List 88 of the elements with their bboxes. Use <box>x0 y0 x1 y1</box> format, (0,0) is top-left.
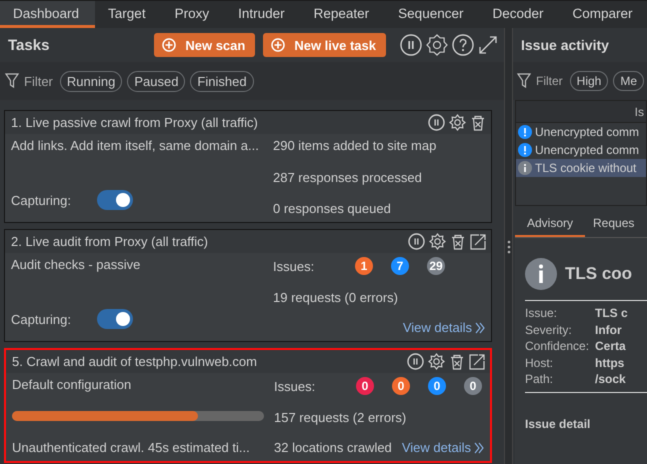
task-stat: 287 responses processed <box>273 170 422 184</box>
filter-chip[interactable]: Paused <box>127 70 186 92</box>
pause-icon[interactable] <box>407 353 424 370</box>
task-title: 5. Crawl and audit of testphp.vulnweb.com <box>12 354 257 369</box>
task-description: Add links. Add item itself, same domain a... <box>11 138 260 153</box>
tab[interactable]: Target <box>95 1 162 28</box>
tab[interactable]: Comparer <box>560 1 647 28</box>
issue-row[interactable]: Unencrypted comm <box>516 123 646 141</box>
tab[interactable]: Repeater <box>300 1 386 28</box>
field-value: Certa <box>595 338 627 354</box>
field-value: /sock <box>595 371 627 388</box>
field-value: https <box>595 354 626 371</box>
issue-count: 0 <box>356 377 374 395</box>
task-description: Unauthenticated crawl. 45s estimated ti... <box>12 440 251 455</box>
issue-count: 0 <box>428 377 446 395</box>
double-chevron-icon <box>474 442 484 454</box>
tab[interactable]: Decoder <box>479 1 560 28</box>
splitter-handle-icon[interactable] <box>506 240 510 254</box>
task-stat: 19 requests (0 errors) <box>273 290 398 305</box>
settings-icon[interactable] <box>449 114 466 131</box>
tab[interactable]: Intruder <box>225 1 301 28</box>
field-value: TLS c <box>595 305 629 322</box>
expand-icon[interactable] <box>478 35 498 55</box>
filter-chip[interactable]: Finished <box>190 70 254 92</box>
view-details-link[interactable]: View details <box>402 320 485 335</box>
issue-row[interactable]: TLS cookie without <box>516 159 646 177</box>
plus-circle-icon <box>271 38 286 52</box>
pause-icon[interactable] <box>400 34 422 56</box>
task-description: Audit checks - passive <box>11 257 142 272</box>
panel-title: Issue activity <box>521 37 610 53</box>
toggle-label: Capturing: <box>11 312 71 326</box>
filter-icon[interactable] <box>5 73 19 89</box>
pause-icon[interactable] <box>428 114 445 131</box>
task-card[interactable]: 2. Live audit from Proxy (all traffic) Audit checks - passive Capturing: Issues: 1 7 29 19 requests (0 errors) View details <box>4 229 492 342</box>
field-label: Confidence: <box>525 338 590 354</box>
filter-icon[interactable] <box>517 73 531 89</box>
tab[interactable]: Reques <box>585 210 640 237</box>
task-stat: 290 items added to site map <box>273 138 436 153</box>
issue-count: 29 <box>427 257 445 275</box>
field-label: Severity: <box>525 322 573 338</box>
tab[interactable]: Proxy <box>162 1 226 28</box>
issues-label: Issues: <box>274 378 316 394</box>
plus-circle-icon <box>162 38 176 52</box>
filter-chip[interactable]: Me <box>613 71 644 91</box>
task-stat: 32 locations crawled <box>274 440 392 455</box>
filter-label: Filter <box>536 74 563 88</box>
delete-icon[interactable] <box>450 234 466 250</box>
settings-icon[interactable] <box>429 233 446 250</box>
pause-icon[interactable] <box>408 233 425 250</box>
field-label: Host: <box>525 354 554 371</box>
help-icon[interactable] <box>452 34 474 56</box>
advisory-title: TLS coo <box>565 264 632 284</box>
toggle-switch[interactable] <box>96 190 133 210</box>
toggle-label: Capturing: <box>11 192 71 208</box>
issue-count: 0 <box>392 377 410 395</box>
issue-count: 1 <box>355 257 373 275</box>
task-stat: 0 responses queued <box>273 201 391 216</box>
task-card[interactable]: 5. Crawl and audit of testphp.vulnweb.com Default configuration Unauthenticated crawl. 45s estimated ti... Issues: 0 0 0 0 157 requests (2 errors) 32 locations crawled View details <box>4 348 492 463</box>
field-label: Issue: <box>525 305 558 322</box>
section-heading: Issue detail <box>525 416 592 430</box>
popout-icon[interactable] <box>470 234 486 250</box>
settings-icon[interactable] <box>426 34 448 56</box>
task-card[interactable]: 1. Live passive crawl from Proxy (all traffic) Add links. Add item itself, same domain a... Capturing: 290 items added to site map 287 responses processed 0 responses queued <box>4 110 492 223</box>
field-value: Infor <box>595 322 623 338</box>
tab[interactable]: Dashboard <box>0 1 96 28</box>
field-label: Path: <box>525 371 554 388</box>
panel-title: Tasks <box>8 36 50 54</box>
filter-chip[interactable]: High <box>570 71 608 91</box>
task-stat: 157 requests (2 errors) <box>274 410 406 425</box>
info-icon <box>525 258 557 290</box>
popout-icon[interactable] <box>469 354 485 370</box>
toggle-switch[interactable] <box>96 309 133 329</box>
double-chevron-icon <box>475 322 485 334</box>
delete-icon[interactable] <box>449 354 465 370</box>
issue-count: 7 <box>391 257 409 275</box>
delete-icon[interactable] <box>470 114 486 130</box>
filter-chip[interactable]: Running <box>60 70 122 92</box>
view-details-link[interactable]: View details <box>402 440 484 455</box>
task-description: Default configuration <box>12 377 132 392</box>
tab[interactable]: Sequencer <box>385 1 480 28</box>
column-header: Is <box>516 101 646 123</box>
issue-row[interactable]: Unencrypted comm <box>516 141 646 159</box>
settings-icon[interactable] <box>428 353 445 370</box>
filter-label: Filter <box>24 74 53 88</box>
issues-label: Issues: <box>273 258 316 274</box>
task-title: 2. Live audit from Proxy (all traffic) <box>11 234 208 249</box>
issue-count: 0 <box>464 377 482 395</box>
task-title: 1. Live passive crawl from Proxy (all traffic) <box>11 115 258 130</box>
